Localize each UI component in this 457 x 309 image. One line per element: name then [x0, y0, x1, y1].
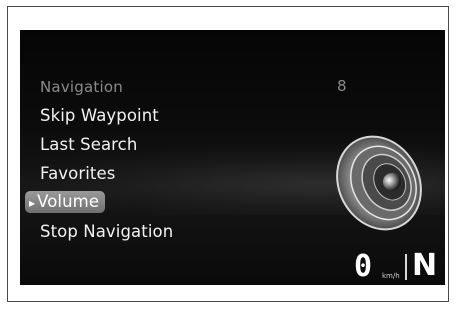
- menu-item-skip-waypoint[interactable]: Skip Waypoint: [40, 106, 159, 125]
- menu-count: 8: [337, 77, 347, 95]
- menu-item-label: Skip Waypoint: [40, 106, 159, 125]
- menu-item-last-search[interactable]: Last Search: [40, 135, 137, 154]
- gear-indicator: N: [412, 248, 438, 283]
- menu-item-volume[interactable]: ▸ Volume: [25, 191, 106, 213]
- diamond-arrow-icon: ▸: [29, 196, 36, 210]
- menu-title: Navigation: [40, 78, 123, 96]
- menu-item-stop-navigation[interactable]: Stop Navigation: [40, 222, 173, 241]
- menu-item-label: Stop Navigation: [40, 222, 174, 241]
- menu-item-favorites[interactable]: Favorites: [40, 164, 115, 183]
- speed-unit: km/h: [382, 272, 400, 280]
- status-divider: [405, 254, 407, 280]
- menu-item-label: Volume: [37, 192, 100, 211]
- menu-item-label: Last Search: [40, 135, 138, 154]
- speed-readout: 0: [354, 249, 373, 284]
- menu-item-label: Favorites: [40, 164, 116, 183]
- cluster-display: Navigation 8 Skip Waypoint Last Search F…: [20, 30, 445, 285]
- speaker-icon: [336, 135, 422, 231]
